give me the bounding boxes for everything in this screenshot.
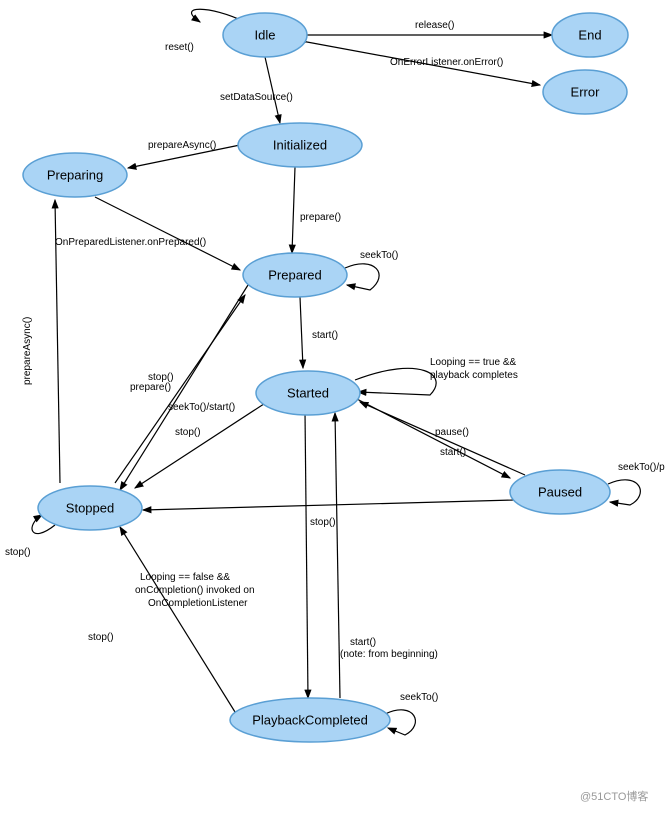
prepared-label: Prepared	[268, 268, 321, 283]
svg-text:stop(): stop()	[88, 632, 114, 643]
watermark: @51CTO博客	[580, 789, 648, 803]
svg-text:prepare(): prepare()	[130, 382, 171, 393]
svg-text:stop(): stop()	[5, 547, 31, 558]
svg-text:stop(): stop()	[175, 427, 201, 438]
state-diagram: release() OnErrorListener.onError() rese…	[0, 0, 665, 813]
preparing-label: Preparing	[47, 168, 103, 183]
svg-text:pause(): pause()	[435, 427, 469, 438]
idle-label: Idle	[255, 28, 276, 43]
svg-text:playback completes: playback completes	[430, 370, 518, 381]
svg-text:Looping == true &&: Looping == true &&	[430, 357, 517, 368]
error-label: Error	[571, 85, 601, 100]
paused-label: Paused	[538, 485, 582, 500]
svg-text:seekTo()/start(): seekTo()/start()	[168, 402, 235, 413]
svg-text:start(): start()	[440, 447, 466, 458]
started-label: Started	[287, 386, 329, 401]
svg-text:OnErrorListener.onError(): OnErrorListener.onError()	[390, 57, 503, 68]
svg-text:prepare(): prepare()	[300, 212, 341, 223]
svg-text:start(): start()	[312, 330, 338, 341]
stopped-label: Stopped	[66, 501, 114, 516]
svg-text:onCompletion() invoked on: onCompletion() invoked on	[135, 585, 255, 596]
svg-text:prepareAsync(): prepareAsync()	[148, 140, 216, 151]
svg-text:seekTo(): seekTo()	[360, 250, 398, 261]
end-label: End	[578, 28, 601, 43]
svg-text:OnCompletionListener: OnCompletionListener	[148, 598, 248, 609]
svg-text:prepareAsync(): prepareAsync()	[22, 317, 33, 385]
svg-text:OnPreparedListener.onPrepared(: OnPreparedListener.onPrepared()	[55, 237, 206, 248]
svg-text:stop(): stop()	[310, 517, 336, 528]
svg-text:seekTo()/pause(): seekTo()/pause()	[618, 462, 665, 473]
svg-text:release(): release()	[415, 20, 454, 31]
svg-text:seekTo(): seekTo()	[400, 692, 438, 703]
initialized-label: Initialized	[273, 138, 327, 153]
svg-text:setDataSource(): setDataSource()	[220, 92, 293, 103]
svg-text:(note: from beginning): (note: from beginning)	[340, 649, 438, 660]
svg-text:start(): start()	[350, 637, 376, 648]
playbackcompleted-label: PlaybackCompleted	[252, 713, 368, 728]
svg-text:reset(): reset()	[165, 42, 194, 53]
